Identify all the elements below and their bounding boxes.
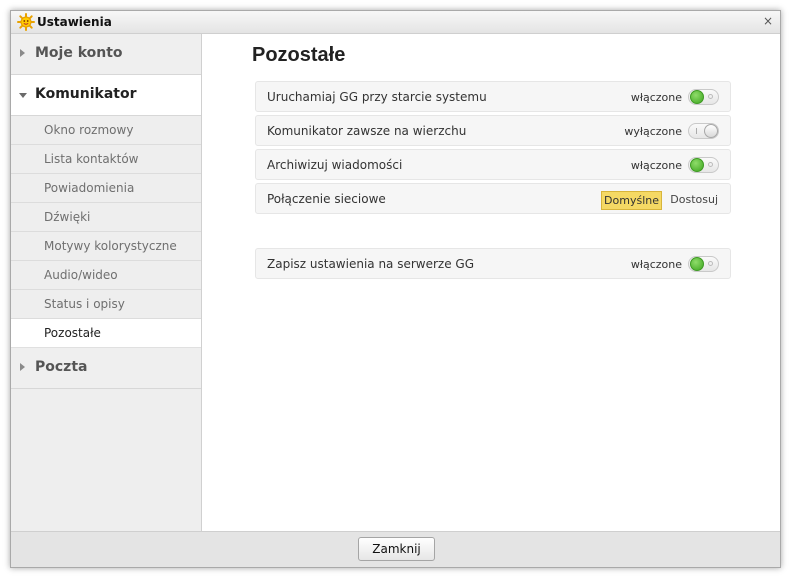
sidebar-item-dzwieki[interactable]: Dźwięki — [11, 203, 201, 232]
sidebar-item-label: Status i opisy — [44, 297, 125, 311]
setting-label: Uruchamiaj GG przy starcie systemu — [267, 90, 487, 104]
sidebar-category-komunikator[interactable]: Komunikator — [11, 75, 201, 116]
setting-row-autostart: Uruchamiaj GG przy starcie systemu włącz… — [255, 81, 731, 112]
settings-window: Ustawienia × Moje konto Komunikator Okno… — [10, 10, 781, 568]
dialog-footer: Zamknij — [11, 531, 780, 567]
setting-label: Archiwizuj wiadomości — [267, 158, 403, 172]
setting-row-archive: Archiwizuj wiadomości włączone — [255, 149, 731, 180]
sidebar-item-motywy-kolorystyczne[interactable]: Motywy kolorystyczne — [11, 232, 201, 261]
sidebar-item-label: Dźwięki — [44, 210, 91, 224]
network-default-option[interactable]: Domyślne — [601, 191, 662, 210]
settings-content: Pozostałe Uruchamiaj GG przy starcie sys… — [202, 34, 780, 532]
archive-toggle[interactable] — [688, 157, 719, 173]
sidebar-category-poczta[interactable]: Poczta — [11, 348, 201, 389]
sidebar-item-lista-kontaktow[interactable]: Lista kontaktów — [11, 145, 201, 174]
setting-row-network: Połączenie sieciowe Domyślne Dostosuj — [255, 183, 731, 214]
chevron-right-icon — [20, 363, 25, 371]
sidebar-category-label: Moje konto — [35, 45, 123, 61]
sun-logo-icon — [17, 13, 35, 31]
setting-label: Komunikator zawsze na wierzchu — [267, 124, 467, 138]
setting-row-server-save: Zapisz ustawienia na serwerze GG włączon… — [255, 248, 731, 279]
setting-state-text: włączone — [630, 258, 682, 271]
toggle-knob — [690, 257, 704, 271]
toggle-off-mark-icon — [708, 261, 713, 266]
chevron-down-icon — [19, 93, 27, 98]
setting-label: Połączenie sieciowe — [267, 192, 386, 206]
settings-sidebar: Moje konto Komunikator Okno rozmowy List… — [11, 34, 202, 532]
sidebar-item-okno-rozmowy[interactable]: Okno rozmowy — [11, 116, 201, 145]
always-on-top-toggle[interactable] — [688, 123, 719, 139]
toggle-knob — [690, 158, 704, 172]
sidebar-category-moje-konto[interactable]: Moje konto — [11, 34, 201, 75]
setting-state-text: włączone — [630, 159, 682, 172]
toggle-off-mark-icon — [708, 94, 713, 99]
autostart-toggle[interactable] — [688, 89, 719, 105]
sidebar-category-label: Poczta — [35, 359, 88, 375]
toggle-knob — [704, 124, 718, 138]
toggle-off-mark-icon — [708, 162, 713, 167]
window-title: Ustawienia — [37, 15, 112, 29]
setting-state-text: wyłączone — [624, 125, 682, 138]
network-custom-option[interactable]: Dostosuj — [670, 193, 718, 206]
sidebar-item-label: Lista kontaktów — [44, 152, 139, 166]
sidebar-item-audio-wideo[interactable]: Audio/wideo — [11, 261, 201, 290]
sidebar-item-pozostale[interactable]: Pozostałe — [11, 319, 201, 348]
setting-state-text: włączone — [630, 91, 682, 104]
toggle-knob — [690, 90, 704, 104]
close-button[interactable]: Zamknij — [358, 537, 435, 561]
sidebar-category-label: Komunikator — [35, 86, 137, 102]
sidebar-item-status-i-opisy[interactable]: Status i opisy — [11, 290, 201, 319]
setting-label: Zapisz ustawienia na serwerze GG — [267, 257, 475, 271]
title-bar: Ustawienia × — [11, 11, 780, 34]
chevron-right-icon — [20, 49, 25, 57]
sidebar-item-label: Audio/wideo — [44, 268, 118, 282]
sidebar-item-label: Motywy kolorystyczne — [44, 239, 177, 253]
server-save-toggle[interactable] — [688, 256, 719, 272]
sidebar-item-label: Okno rozmowy — [44, 123, 134, 137]
page-title: Pozostałe — [252, 44, 346, 66]
sidebar-item-powiadomienia[interactable]: Powiadomienia — [11, 174, 201, 203]
sidebar-item-label: Powiadomienia — [44, 181, 135, 195]
window-close-icon[interactable]: × — [763, 14, 773, 28]
setting-row-always-on-top: Komunikator zawsze na wierzchu wyłączone — [255, 115, 731, 146]
sidebar-item-label: Pozostałe — [44, 326, 101, 340]
toggle-on-mark-icon — [696, 128, 697, 134]
